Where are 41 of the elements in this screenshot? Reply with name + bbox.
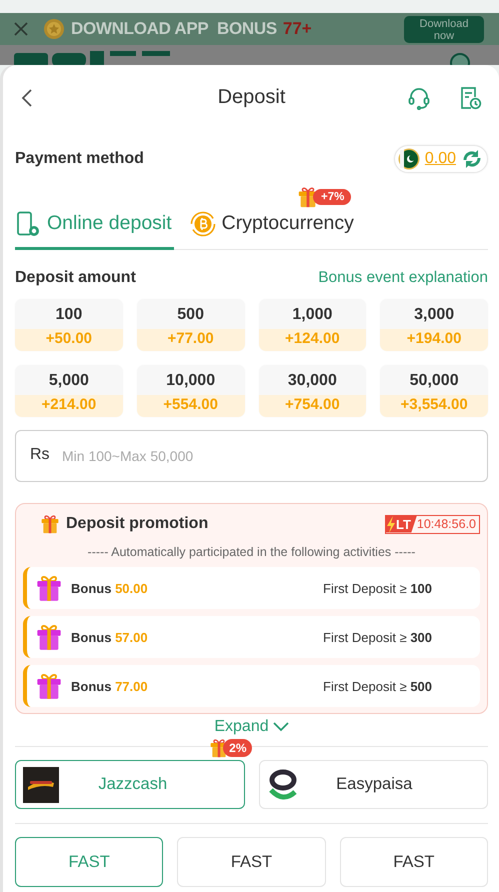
headset-icon[interactable] [407, 86, 431, 110]
flag-icon [398, 148, 420, 170]
section-label: Payment method [15, 150, 144, 168]
deposit-condition: First Deposit ≥ 500 [323, 678, 433, 694]
bonus-text: Bonus 50.00 [71, 580, 148, 596]
deposit-condition: First Deposit ≥ 300 [323, 630, 433, 644]
payment-tab[interactable]: Cryptocurrency [190, 203, 354, 250]
payment-channel[interactable]: Easypaisa [258, 760, 488, 809]
receipt-clock-icon[interactable] [458, 86, 482, 110]
page-title: Deposit [218, 86, 286, 108]
gift-icon [40, 514, 60, 534]
easypaisa-logo [266, 768, 298, 800]
jazzcash-logo [23, 766, 59, 802]
promotion-subtitle: ----- Automatically participated in the following activities ----- [86, 545, 416, 559]
speed-option[interactable]: FAST [177, 837, 326, 887]
gift-icon [35, 574, 63, 602]
speed-option[interactable]: FAST [340, 837, 488, 887]
currency-label: Rs [30, 446, 50, 464]
promo-banner-text: DOWNLOAD APP BONUS [71, 19, 277, 39]
bonus-badge: +7% [313, 189, 352, 205]
coin-icon [43, 18, 65, 40]
back-icon[interactable] [20, 86, 34, 108]
gift-icon [35, 672, 63, 700]
promotion-title: Deposit promotion [66, 515, 208, 533]
bonus-badge: 2% [223, 739, 252, 757]
gift-icon [35, 623, 63, 651]
download-button[interactable]: Download now [404, 16, 484, 42]
countdown-timer: LT 10:48:56.0 [384, 514, 480, 534]
deposit-condition: First Deposit ≥ 100 [323, 580, 433, 596]
bonus-text: Bonus 57.00 [71, 630, 148, 644]
lightning-icon [386, 516, 396, 532]
refresh-icon[interactable] [461, 148, 483, 170]
close-icon[interactable] [13, 21, 29, 37]
balance-amount: 0.00 [424, 150, 456, 168]
bonus-amount: 77+ [282, 19, 312, 39]
bitcoin-icon [190, 210, 216, 236]
phone-icon [15, 210, 41, 236]
chevron-down-icon [272, 722, 289, 732]
search-icon[interactable] [449, 51, 471, 65]
bonus-text: Bonus 77.00 [71, 678, 148, 694]
section-label: Deposit amount [15, 269, 136, 287]
